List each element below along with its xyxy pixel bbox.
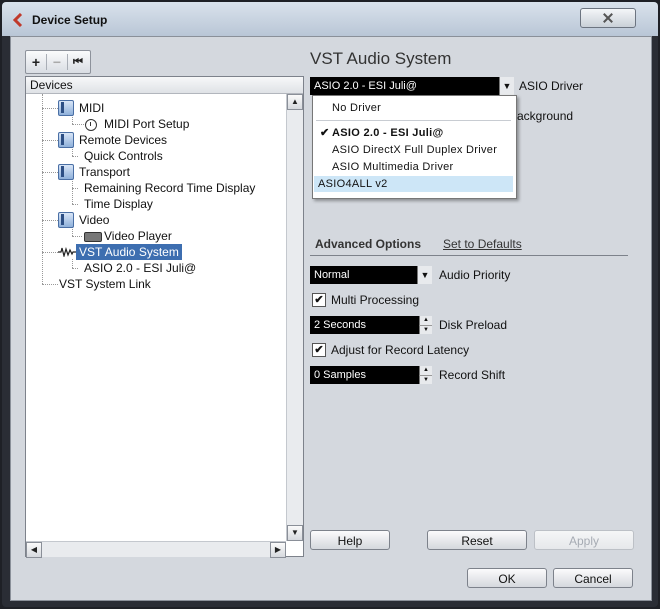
set-to-defaults-link[interactable]: Set to Defaults — [443, 237, 522, 251]
scroll-down-icon[interactable]: ▼ — [287, 525, 303, 541]
asio-driver-select[interactable]: ASIO 2.0 - ESI Juli@ ▼ — [310, 77, 514, 95]
disk-preload-stepper[interactable]: 2 Seconds ▲ ▼ — [310, 316, 432, 334]
page-title: VST Audio System — [310, 49, 452, 68]
asio-driver-value: ASIO 2.0 - ESI Juli@ — [314, 80, 417, 92]
remote-devices-folder-icon — [58, 132, 74, 148]
stepper-up-icon[interactable]: ▲ — [419, 316, 432, 325]
reset-button[interactable]: Reset — [427, 530, 527, 550]
tree-item-remaining-record-time[interactable]: Remaining Record Time Display — [84, 180, 255, 196]
tree-item-vst-audio-system[interactable]: VST Audio System — [76, 244, 182, 260]
device-setup-window: Device Setup + − ⏮ Devices MIDI MIDI Por… — [2, 2, 658, 607]
reset-device-button[interactable]: ⏮ — [68, 51, 88, 73]
add-device-button[interactable]: + — [26, 51, 46, 73]
midi-port-knob-icon — [85, 119, 97, 131]
vst-audio-wave-icon — [58, 247, 76, 257]
cancel-button[interactable]: Cancel — [553, 568, 633, 588]
record-latency-label: Adjust for Record Latency — [331, 343, 470, 357]
stepper-up-icon[interactable]: ▲ — [419, 366, 432, 375]
window-title: Device Setup — [32, 13, 108, 27]
release-driver-background-label: ackground — [517, 109, 574, 123]
cubase-logo-icon — [12, 13, 23, 27]
chevron-down-icon: ▼ — [417, 266, 432, 284]
help-button[interactable]: Help — [310, 530, 390, 550]
chevron-down-icon: ▼ — [499, 77, 514, 95]
tree-item-midi-port-setup[interactable]: MIDI Port Setup — [104, 116, 189, 132]
record-latency-checkbox[interactable]: ✔ — [312, 343, 326, 357]
audio-priority-select[interactable]: Normal ▼ — [310, 266, 432, 284]
tree-item-midi[interactable]: MIDI — [79, 100, 104, 116]
device-tree-panel: Devices MIDI MIDI Port Setup Remote Devi… — [25, 76, 304, 558]
dropdown-separator — [316, 120, 511, 121]
multi-processing-checkbox[interactable]: ✔ — [312, 293, 326, 307]
asio-driver-dropdown: No Driver ✔ ASIO 2.0 - ESI Juli@ ASIO Di… — [312, 95, 517, 199]
device-tree: MIDI MIDI Port Setup Remote Devices Quic… — [26, 94, 286, 541]
ok-button[interactable]: OK — [467, 568, 547, 588]
tree-item-video-player[interactable]: Video Player — [104, 228, 172, 244]
record-shift-value: 0 Samples — [314, 369, 366, 381]
audio-priority-label: Audio Priority — [439, 268, 511, 282]
tree-item-remote-devices[interactable]: Remote Devices — [79, 132, 167, 148]
dropdown-item-asio-esi[interactable]: ✔ ASIO 2.0 - ESI Juli@ — [314, 125, 513, 141]
record-shift-stepper[interactable]: 0 Samples ▲ ▼ — [310, 366, 432, 384]
title-bar: Device Setup — [2, 2, 658, 36]
midi-folder-icon — [58, 100, 74, 116]
audio-priority-value: Normal — [314, 269, 350, 281]
tree-item-vst-system-link[interactable]: VST System Link — [59, 276, 151, 292]
dropdown-item-asio4all[interactable]: ASIO4ALL v2 — [314, 176, 513, 192]
remove-device-button[interactable]: − — [47, 51, 67, 73]
dropdown-item-asio-directx[interactable]: ASIO DirectX Full Duplex Driver — [314, 142, 513, 158]
close-button[interactable] — [580, 8, 636, 28]
dropdown-item-asio-esi-label: ASIO 2.0 - ESI Juli@ — [332, 127, 444, 139]
disk-preload-label: Disk Preload — [439, 318, 508, 332]
tree-item-asio-driver[interactable]: ASIO 2.0 - ESI Juli@ — [84, 260, 196, 276]
tree-item-video[interactable]: Video — [79, 212, 109, 228]
tree-header: Devices — [26, 77, 303, 94]
dropdown-item-no-driver[interactable]: No Driver — [314, 100, 513, 116]
tree-item-time-display[interactable]: Time Display — [84, 196, 153, 212]
tree-header-label: Devices — [30, 78, 73, 92]
advanced-options-title: Advanced Options — [315, 237, 422, 251]
scroll-up-icon[interactable]: ▲ — [287, 94, 303, 110]
stepper-down-icon[interactable]: ▼ — [419, 325, 432, 334]
stepper-down-icon[interactable]: ▼ — [419, 375, 432, 384]
multi-processing-label: Multi Processing — [331, 293, 420, 307]
video-folder-icon — [58, 212, 74, 228]
tree-item-transport[interactable]: Transport — [79, 164, 130, 180]
scroll-left-icon[interactable]: ◀ — [26, 542, 42, 558]
video-player-icon — [84, 232, 102, 242]
asio-driver-label: ASIO Driver — [519, 79, 584, 93]
tree-horizontal-scrollbar[interactable]: ◀ ▶ — [26, 541, 286, 558]
advanced-divider — [310, 255, 628, 256]
apply-button[interactable]: Apply — [534, 530, 634, 550]
tree-item-quick-controls[interactable]: Quick Controls — [84, 148, 163, 164]
tree-toolbar: + − ⏮ — [25, 50, 91, 74]
scroll-right-icon[interactable]: ▶ — [270, 542, 286, 558]
tree-vertical-scrollbar[interactable]: ▲ ▼ — [286, 94, 303, 541]
record-shift-label: Record Shift — [439, 368, 506, 382]
checkmark-icon: ✔ — [320, 127, 330, 139]
transport-folder-icon — [58, 164, 74, 180]
dropdown-item-asio-multimedia[interactable]: ASIO Multimedia Driver — [314, 159, 513, 175]
disk-preload-value: 2 Seconds — [314, 319, 366, 331]
